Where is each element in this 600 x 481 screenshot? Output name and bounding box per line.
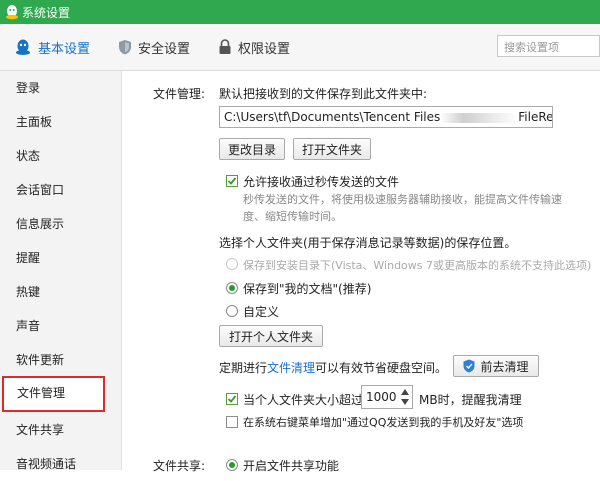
checkmark-icon: [227, 177, 237, 185]
cleanup-prefix: 定期进行: [219, 361, 268, 375]
sidebar-item-login[interactable]: 登录: [0, 71, 121, 105]
save-to-install-dir-radio[interactable]: [226, 258, 238, 270]
tab-basic-settings[interactable]: 基本设置: [14, 37, 90, 57]
chevron-up-icon[interactable]: [401, 389, 409, 395]
personal-folder-label: 选择个人文件夹(用于保存消息记录等数据)的保存位置。: [219, 236, 517, 250]
sidebar-item-av-calls[interactable]: 音视频通话: [0, 447, 121, 481]
size-limit-value: 1000: [366, 390, 397, 404]
shield-icon: [119, 40, 131, 55]
save-to-my-documents-radio[interactable]: [226, 282, 238, 294]
qq-logo-icon: [6, 5, 18, 20]
context-menu-label: 在系统右键菜单增加"通过QQ发送到我的手机及好友"选项: [243, 416, 524, 429]
sidebar-item-sound[interactable]: 声音: [0, 309, 121, 343]
save-to-my-documents-label: 保存到"我的文档"(推荐): [243, 282, 372, 296]
tab-label: 安全设置: [138, 41, 191, 57]
window-title: 系统设置: [22, 6, 71, 20]
tab-permission-settings[interactable]: 权限设置: [218, 37, 290, 57]
settings-search-input[interactable]: 搜索设置项: [497, 35, 600, 57]
size-limit-stepper[interactable]: 1000: [361, 385, 413, 409]
go-clean-label: 前去清理: [480, 359, 529, 374]
sidebar-item-main-panel[interactable]: 主面板: [0, 105, 121, 139]
path-obscured-segment: [440, 112, 519, 123]
custom-location-radio[interactable]: [226, 305, 238, 317]
sidebar-item-file-sharing[interactable]: 文件共享: [0, 413, 121, 447]
sidebar-item-software-update[interactable]: 软件更新: [0, 343, 121, 377]
file-cleanup-link[interactable]: 文件清理: [267, 361, 315, 375]
path-prefix: C:\Users\tf\Documents\Tencent Files: [224, 110, 441, 124]
sidebar-item-chat-window[interactable]: 会话窗口: [0, 173, 121, 207]
title-bar: 系统设置: [0, 0, 600, 24]
settings-sidebar: 登录 主面板 状态 会话窗口 信息展示 提醒 热键 声音 软件更新 文件管理 文…: [0, 71, 122, 471]
chevron-down-icon[interactable]: [401, 399, 409, 405]
shield-icon: [463, 359, 475, 373]
enable-file-sharing-radio[interactable]: [226, 459, 238, 471]
file-sharing-section-label: 文件共享:: [153, 459, 206, 473]
sidebar-item-reminder[interactable]: 提醒: [0, 241, 121, 275]
go-clean-button[interactable]: 前去清理: [453, 355, 539, 377]
enable-file-sharing-label: 开启文件共享功能: [243, 459, 340, 473]
cleanup-suffix: 可以有效节省硬盘空间。: [315, 361, 448, 375]
context-menu-checkbox[interactable]: [226, 416, 238, 428]
size-alert-label-suffix: MB时，提醒我清理: [419, 393, 522, 407]
change-directory-button[interactable]: 更改目录: [219, 138, 285, 160]
tab-label: 基本设置: [38, 41, 91, 57]
sidebar-item-file-management[interactable]: 文件管理: [2, 376, 105, 412]
tab-security-settings[interactable]: 安全设置: [118, 37, 190, 57]
cleanup-hint: 定期进行文件清理可以有效节省硬盘空间。: [219, 359, 447, 376]
path-suffix: FileRecv\: [518, 110, 553, 124]
size-alert-label-prefix: 当个人文件夹大小超过: [243, 393, 364, 407]
save-location-hint: 默认把接收到的文件保存到此文件夹中:: [219, 87, 428, 101]
settings-tab-bar: 基本设置 安全设置 权限设置 搜索设置项: [0, 24, 600, 71]
open-personal-folder-button[interactable]: 打开个人文件夹: [219, 325, 323, 347]
open-folder-button[interactable]: 打开文件夹: [293, 138, 371, 160]
sidebar-item-info-display[interactable]: 信息展示: [0, 207, 121, 241]
sidebar-item-status[interactable]: 状态: [0, 139, 121, 173]
sidebar-item-hotkeys[interactable]: 热键: [0, 275, 121, 309]
custom-location-label: 自定义: [243, 305, 280, 319]
allow-instant-transfer-label: 允许接收通过秒传发送的文件: [243, 175, 400, 189]
size-alert-checkbox[interactable]: [226, 393, 238, 405]
file-management-section-label: 文件管理:: [153, 87, 206, 101]
checkmark-icon: [227, 395, 237, 403]
instant-transfer-description: 秒传发送的文件，将使用极速服务器辅助接收，能提高文件传输速度、缩短传输时间。: [243, 193, 562, 223]
qq-penguin-icon: [16, 39, 30, 55]
lock-icon: [219, 39, 231, 54]
tab-label: 权限设置: [238, 41, 291, 57]
download-path-field[interactable]: C:\Users\tf\Documents\Tencent Files FileR…: [219, 106, 553, 128]
save-to-install-dir-label: 保存到安装目录下(Vista、Windows 7或更高版本的系统不支持此选项): [243, 259, 592, 272]
allow-instant-transfer-checkbox[interactable]: [226, 175, 238, 187]
settings-content: 文件管理: 默认把接收到的文件保存到此文件夹中: C:\Users\tf\Doc…: [122, 71, 600, 473]
